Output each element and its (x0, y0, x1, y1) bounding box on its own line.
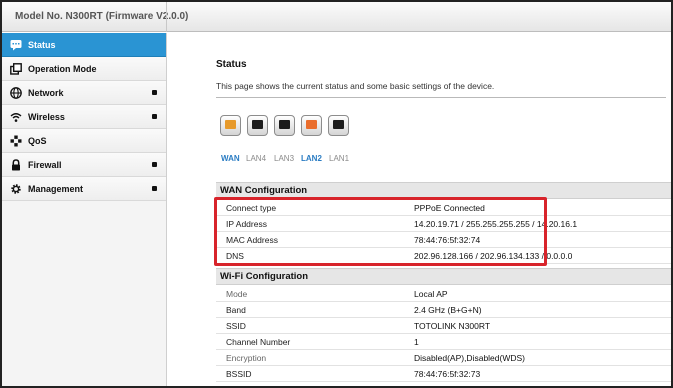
expand-indicator-icon[interactable] (152, 162, 157, 167)
lock-icon (10, 158, 22, 171)
port-label: WAN (221, 154, 240, 163)
sidebar-item-wireless[interactable]: Wireless (2, 105, 166, 129)
row-key: Channel Number (226, 337, 291, 347)
port-label: LAN2 (301, 154, 322, 163)
port-label: LAN3 (274, 154, 295, 163)
sidebar-item-label: Wireless (28, 111, 65, 122)
row-value: Local AP (414, 289, 448, 299)
port-label: LAN1 (329, 154, 350, 163)
page-description: This page shows the current status and s… (216, 81, 495, 91)
row-value: TOTOLINK N300RT (414, 321, 491, 331)
row-key: Mode (226, 289, 248, 299)
status-chat-icon (10, 39, 22, 51)
port-label: LAN4 (246, 154, 267, 163)
row-value: 78:44:76:5f:32:73 (414, 369, 481, 379)
page-title: Status (216, 59, 247, 70)
sidebar-item-label: Management (28, 183, 84, 194)
table-row: SSID TOTOLINK N300RT (216, 318, 671, 334)
router-admin-window: Model No. N300RT (Firmware V2.0.0) Statu… (0, 0, 673, 388)
port-lan3-icon (274, 115, 295, 136)
sidebar-item-operation-mode[interactable]: Operation Mode (2, 57, 166, 81)
sidebar-item-label: Firewall (28, 159, 62, 170)
sidebar-item-label: Network (28, 87, 64, 98)
top-bar: Model No. N300RT (Firmware V2.0.0) (2, 2, 671, 32)
row-value: 2.4 GHz (B+G+N) (414, 305, 482, 315)
row-key: SSID (226, 321, 246, 331)
port-lan4-icon (247, 115, 268, 136)
sidebar: Status Operation Mode Network Wireless Q… (2, 33, 167, 386)
sidebar-item-firewall[interactable]: Firewall (2, 153, 166, 177)
gear-icon (10, 183, 22, 195)
divider (216, 97, 666, 98)
port-lan2-icon (301, 115, 322, 136)
port-lan1-icon (328, 115, 349, 136)
table-row: Channel Number 1 (216, 334, 671, 350)
row-key: Encryption (226, 353, 267, 363)
row-value: 1 (414, 337, 419, 347)
sidebar-item-label: QoS (28, 135, 47, 146)
wifi-configuration-header: Wi-Fi Configuration (216, 268, 671, 285)
sidebar-item-management[interactable]: Management (2, 177, 166, 201)
expand-indicator-icon[interactable] (152, 186, 157, 191)
sidebar-item-label: Operation Mode (28, 63, 97, 74)
highlight-box (214, 197, 547, 266)
table-row: Mode Local AP (216, 286, 671, 302)
sidebar-item-status[interactable]: Status (2, 33, 166, 57)
sidebar-item-label: Status (28, 39, 56, 50)
sidebar-item-network[interactable]: Network (2, 81, 166, 105)
table-row: Encryption Disabled(AP),Disabled(WDS) (216, 350, 671, 366)
sidebar-item-qos[interactable]: QoS (2, 129, 166, 153)
expand-indicator-icon[interactable] (152, 114, 157, 119)
top-bar-divider (166, 2, 167, 32)
port-wan-icon (220, 115, 241, 136)
window-icon (10, 62, 22, 75)
row-key: Band (226, 305, 246, 315)
globe-icon (10, 86, 22, 99)
wifi-icon (10, 111, 22, 123)
table-row: Band 2.4 GHz (B+G+N) (216, 302, 671, 318)
row-key: BSSID (226, 369, 252, 379)
expand-indicator-icon[interactable] (152, 90, 157, 95)
model-number: Model No. N300RT (Firmware V2.0.0) (15, 11, 189, 22)
table-row: BSSID 78:44:76:5f:32:73 (216, 366, 671, 382)
row-value: Disabled(AP),Disabled(WDS) (414, 353, 526, 363)
qos-icon (10, 135, 22, 147)
